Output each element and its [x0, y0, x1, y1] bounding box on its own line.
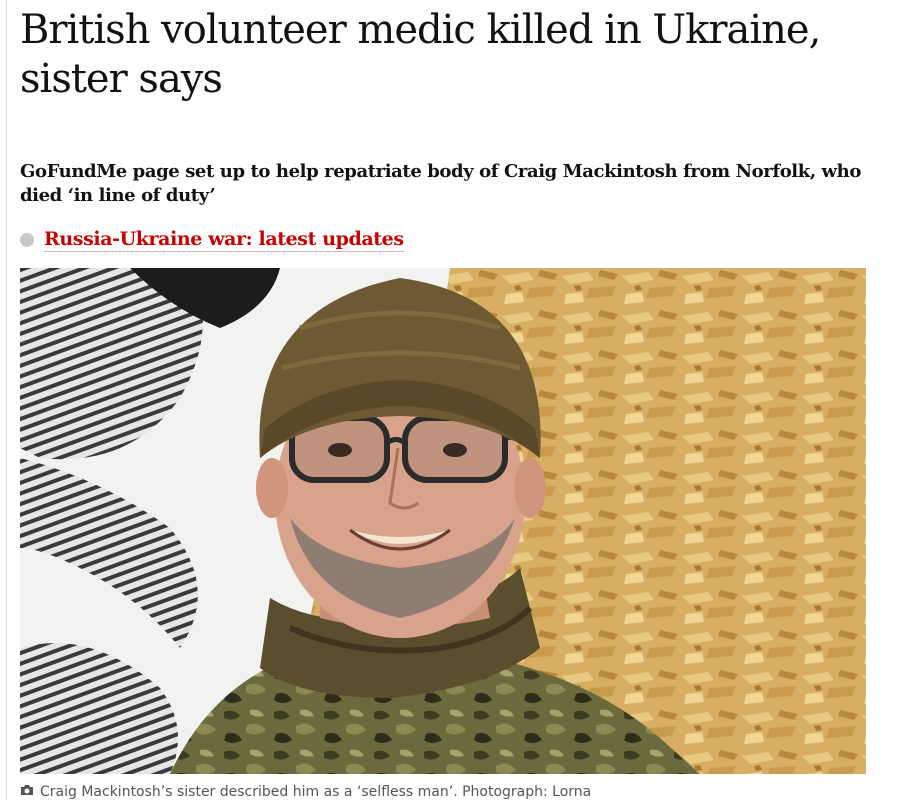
portrait-photo-illustration [20, 268, 866, 774]
article-standfirst: GoFundMe page set up to help repatriate … [20, 161, 861, 206]
live-updates-link[interactable]: Russia-Ukraine war: latest updates [20, 226, 404, 254]
article-headline: British volunteer medic killed in Ukrain… [20, 7, 821, 102]
page-left-rule [6, 0, 7, 800]
article-main-image[interactable] [20, 268, 866, 774]
image-caption: Craig Mackintosh’s sister described him … [20, 784, 880, 800]
live-updates-label: Russia-Ukraine war: latest updates [44, 228, 404, 252]
caption-text: Craig Mackintosh’s sister described him … [40, 784, 592, 800]
camera-icon [20, 784, 34, 800]
live-dot-icon [20, 233, 34, 247]
